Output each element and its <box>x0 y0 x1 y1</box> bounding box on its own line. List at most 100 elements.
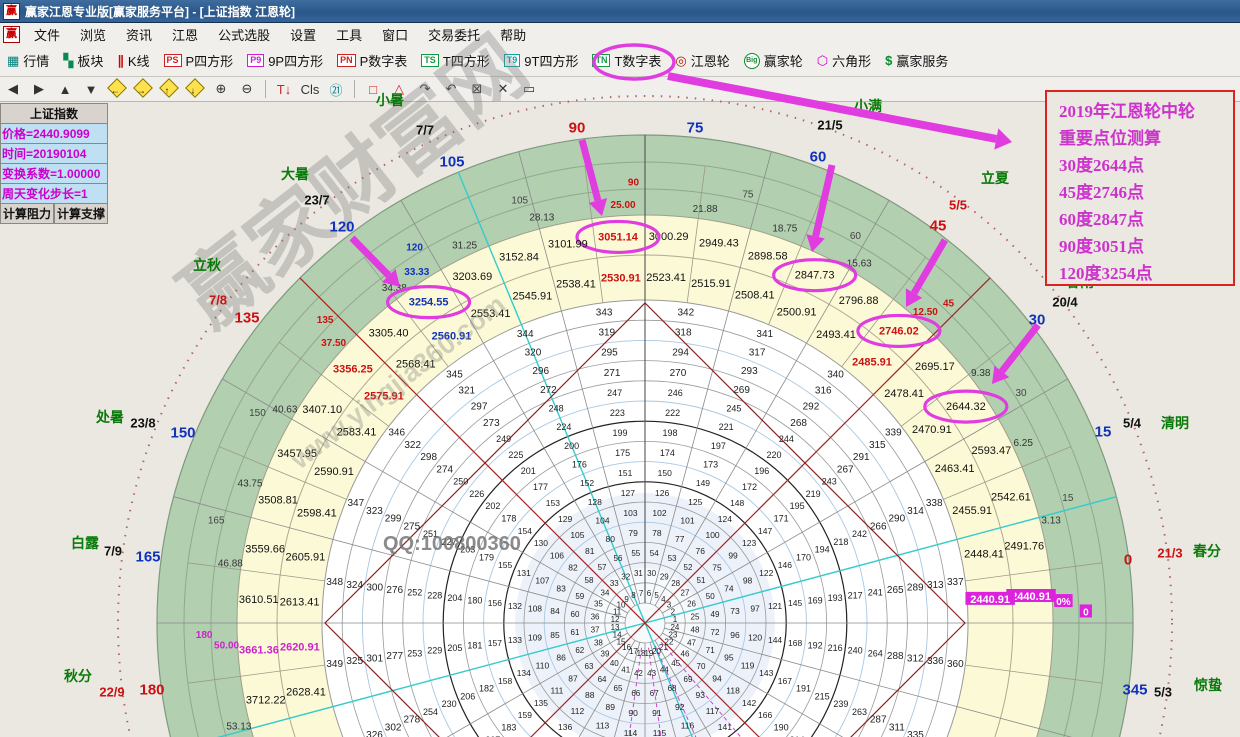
spiral-number: 295 <box>601 348 618 359</box>
spiral-number: 219 <box>806 489 821 499</box>
date-label-7/7: 7/7 <box>416 123 434 138</box>
spiral-number: 54 <box>650 549 659 558</box>
spiral-number: 292 <box>803 402 820 413</box>
spiral-number: 250 <box>453 477 468 487</box>
spiral-number: 247 <box>607 388 622 398</box>
spiral-number: 46 <box>681 650 690 659</box>
solar-term-小满: 小满 <box>854 96 882 116</box>
calc-support-button[interactable]: 计算支撑 <box>54 204 108 224</box>
spiral-number: 3 <box>667 601 672 610</box>
solar-term-清明: 清明 <box>1161 413 1189 433</box>
spiral-number: 240 <box>848 646 863 656</box>
date-label-21/3: 21/3 <box>1157 546 1182 561</box>
price-ring-outer-label: 3508.81 <box>258 495 298 507</box>
spiral-number: 249 <box>496 434 511 444</box>
spiral-number: 85 <box>550 630 560 640</box>
spiral-number: 326 <box>366 730 383 737</box>
price-ring-outer-label: 2746.02 <box>879 325 919 337</box>
spiral-number: 107 <box>535 576 549 586</box>
spiral-number: 109 <box>528 632 542 642</box>
spiral-number: 75 <box>712 563 722 573</box>
spiral-number: 59 <box>575 592 584 601</box>
spiral-number: 337 <box>947 577 964 588</box>
index-info-panel: 上证指数 价格=2440.9099时间=20190104变换系数=1.00000… <box>0 103 108 224</box>
price-ring-inner-label: 2493.41 <box>816 329 856 341</box>
spiral-number: 147 <box>758 526 772 536</box>
spiral-number: 90 <box>628 708 638 718</box>
spiral-number: 71 <box>706 646 715 655</box>
price-ring-inner-label: 2628.41 <box>286 686 326 698</box>
price-ring-outer-label: 3610.51 <box>239 594 279 606</box>
spiral-number: 121 <box>768 601 782 611</box>
spiral-number: 172 <box>742 482 757 492</box>
spiral-number: 205 <box>447 643 462 653</box>
spiral-number: 108 <box>528 604 542 614</box>
spiral-number: 113 <box>596 721 610 731</box>
spiral-number: 242 <box>852 529 867 539</box>
spiral-number: 70 <box>697 662 706 671</box>
spiral-number: 275 <box>403 521 420 532</box>
spiral-number: 159 <box>518 710 532 720</box>
spiral-number: 105 <box>570 530 584 540</box>
spiral-number: 229 <box>427 646 442 656</box>
spiral-number: 347 <box>347 498 364 509</box>
spiral-number: 180 <box>467 596 482 606</box>
spiral-number: 302 <box>385 722 402 733</box>
spiral-number: 343 <box>596 308 613 319</box>
spiral-number: 215 <box>815 691 830 701</box>
spiral-number: 243 <box>822 477 837 487</box>
spiral-number: 196 <box>754 466 769 476</box>
spiral-number: 178 <box>501 514 516 524</box>
spiral-number: 340 <box>827 370 844 381</box>
spiral-number: 101 <box>680 515 694 525</box>
spiral-number: 315 <box>869 440 886 451</box>
spiral-number: 146 <box>778 560 792 570</box>
degree-ring-label: 45 <box>943 299 955 310</box>
price-ring-outer-label: 2898.58 <box>748 250 788 262</box>
spiral-number: 202 <box>485 501 500 511</box>
spiral-number: 8 <box>631 591 636 600</box>
spiral-number: 217 <box>848 590 863 600</box>
spiral-number: 245 <box>726 403 741 413</box>
calc-resistance-button[interactable]: 计算阻力 <box>0 204 54 224</box>
spiral-number: 336 <box>927 656 944 667</box>
spiral-number: 80 <box>606 534 616 544</box>
price-ring-inner-label: 2448.41 <box>964 549 1004 561</box>
spiral-number: 175 <box>615 448 630 458</box>
spiral-number: 149 <box>696 478 710 488</box>
solar-term-春分: 春分 <box>1193 541 1221 561</box>
spiral-number: 301 <box>366 654 383 665</box>
index-name: 上证指数 <box>0 103 108 124</box>
price-ring-inner-label: 2530.91 <box>601 272 641 284</box>
spiral-number: 48 <box>691 626 700 635</box>
spiral-number: 126 <box>655 488 669 498</box>
spiral-number: 65 <box>614 684 623 693</box>
degree-label-90: 90 <box>569 120 586 137</box>
spiral-number: 324 <box>346 580 363 591</box>
price-ring-inner-label: 2478.41 <box>884 388 924 400</box>
price-ring-outer-label: 2593.47 <box>971 445 1011 457</box>
spiral-number: 38 <box>594 638 603 647</box>
spiral-number: 111 <box>550 686 563 696</box>
price-ring-outer-label: 3152.84 <box>499 252 539 264</box>
spiral-number: 58 <box>585 576 594 585</box>
solar-term-秋分: 秋分 <box>64 666 92 686</box>
annotation-line-5: 90度3051点 <box>1059 233 1233 260</box>
price-ring-inner-label: 2538.41 <box>556 278 596 290</box>
solar-term-立夏: 立夏 <box>981 168 1009 188</box>
annotation-line-4: 60度2847点 <box>1059 206 1233 233</box>
price-ring-outer-label: 2644.32 <box>946 401 986 413</box>
spiral-number: 102 <box>652 508 666 518</box>
spiral-number: 26 <box>687 600 696 609</box>
percent-ring-label: 37.50 <box>321 338 346 349</box>
info-row-2: 变换系数=1.00000 <box>0 164 108 184</box>
spiral-number: 117 <box>706 706 720 716</box>
spiral-number: 73 <box>730 606 740 616</box>
spiral-number: 62 <box>575 646 584 655</box>
spiral-number: 47 <box>687 638 696 647</box>
spiral-number: 191 <box>796 684 811 694</box>
spiral-number: 341 <box>756 329 773 340</box>
solar-term-立秋: 立秋 <box>193 255 221 275</box>
spiral-number: 39 <box>601 650 610 659</box>
spiral-number: 77 <box>675 534 685 544</box>
